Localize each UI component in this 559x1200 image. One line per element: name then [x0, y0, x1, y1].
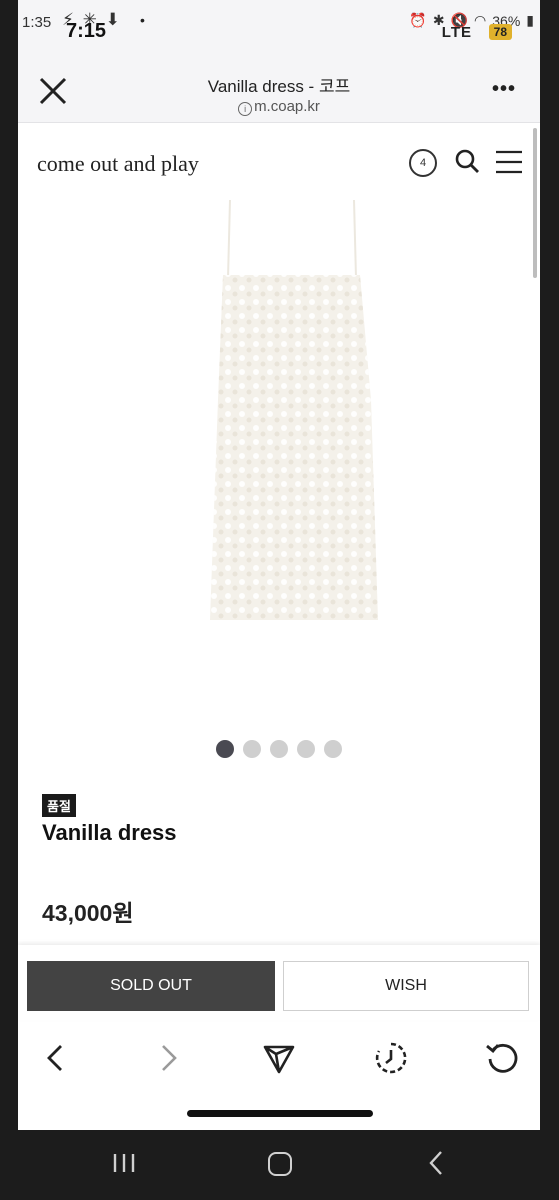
carousel-dot[interactable]: [324, 740, 342, 758]
browser-header: Vanilla dress - 코프 i m.coap.kr •••: [18, 48, 540, 123]
status-time: 7:15: [66, 20, 107, 42]
url-text: m.coap.kr: [254, 98, 320, 115]
phone-screen: 1:35 ⚡ ✳ ⬇ 7:15 • ⏰ ✱ 🔇 ◠ 36% ▮ LTE 78 V…: [18, 0, 540, 1130]
site-nav: come out and play 4: [18, 123, 540, 199]
history-icon[interactable]: [373, 1040, 409, 1076]
notification-dot-icon: •: [140, 12, 145, 28]
page-url[interactable]: i m.coap.kr: [18, 98, 540, 116]
recent-apps-icon[interactable]: [112, 1152, 136, 1174]
back-icon[interactable]: [38, 1040, 74, 1076]
soldout-badge: 품절: [42, 794, 76, 817]
menu-icon[interactable]: [494, 149, 524, 175]
refresh-icon[interactable]: [484, 1040, 520, 1076]
cart-icon[interactable]: 4: [409, 149, 437, 177]
search-icon[interactable]: [454, 148, 480, 174]
browser-toolbar: [18, 1022, 540, 1130]
product-price: 43,000원: [42, 900, 134, 926]
purchase-bar: SOLD OUT WISH: [18, 945, 540, 1020]
wish-button[interactable]: WISH: [283, 961, 529, 1011]
carousel-dot[interactable]: [216, 740, 234, 758]
home-indicator[interactable]: [187, 1110, 373, 1117]
android-back-icon[interactable]: [426, 1150, 446, 1176]
info-icon: i: [238, 102, 253, 116]
share-icon[interactable]: [261, 1040, 297, 1076]
home-icon[interactable]: [268, 1152, 292, 1176]
battery-badge: 78: [488, 24, 512, 40]
carousel-dot[interactable]: [243, 740, 261, 758]
product-image[interactable]: [168, 200, 398, 630]
wifi-icon: ◠: [474, 12, 487, 28]
page-title: Vanilla dress - 코프: [207, 77, 351, 96]
image-carousel-dots: [18, 740, 540, 758]
status-time-small: 1:35: [22, 14, 52, 31]
carousel-dot[interactable]: [297, 740, 315, 758]
battery-icon: ▮: [526, 12, 534, 28]
scrollbar[interactable]: [533, 128, 537, 278]
network-type: LTE: [441, 24, 472, 41]
forward-icon[interactable]: [150, 1040, 186, 1076]
product-name: Vanilla dress: [42, 820, 177, 845]
more-icon[interactable]: •••: [492, 78, 516, 101]
site-logo[interactable]: come out and play: [37, 151, 199, 177]
status-bar: 1:35 ⚡ ✳ ⬇ 7:15 • ⏰ ✱ 🔇 ◠ 36% ▮ LTE 78: [18, 0, 540, 48]
android-nav-bar: [0, 1130, 559, 1200]
alarm-icon: ⏰: [409, 12, 427, 28]
carousel-dot[interactable]: [270, 740, 288, 758]
sold-out-button[interactable]: SOLD OUT: [27, 961, 275, 1011]
